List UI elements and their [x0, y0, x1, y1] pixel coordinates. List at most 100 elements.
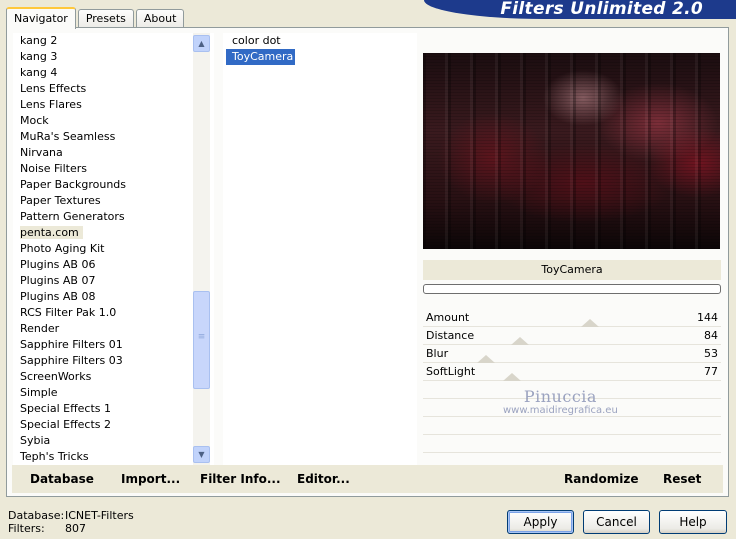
- category-item[interactable]: Plugins AB 08: [13, 289, 214, 305]
- category-label: Plugins AB 07: [20, 274, 96, 287]
- category-label: Plugins AB 08: [20, 290, 96, 303]
- category-item[interactable]: Sapphire Filters 01: [13, 337, 214, 353]
- category-item[interactable]: Sybia: [13, 433, 214, 449]
- category-label: Pattern Generators: [20, 210, 125, 223]
- category-label: MuRa's Seamless: [20, 130, 116, 143]
- database-label: Database:: [8, 509, 65, 522]
- editor-button[interactable]: Editor...: [297, 472, 350, 486]
- filter-list[interactable]: color dot ToyCamera: [223, 33, 417, 465]
- status-info: Database:ICNET-Filters Filters: 807: [8, 509, 134, 535]
- category-item[interactable]: Paper Textures: [13, 193, 214, 209]
- filter-item[interactable]: ToyCamera: [226, 49, 296, 65]
- category-item[interactable]: Sapphire Filters 03: [13, 353, 214, 369]
- category-label: Photo Aging Kit: [20, 242, 105, 255]
- watermark: Pinuccia www.maidiregrafica.eu: [503, 387, 618, 416]
- category-label: Special Effects 1: [20, 402, 112, 415]
- slider-marker-icon[interactable]: [581, 319, 599, 327]
- category-item[interactable]: Nirvana: [13, 145, 214, 161]
- param-name: Amount: [426, 311, 470, 324]
- filter-info-button[interactable]: Filter Info...: [200, 472, 281, 486]
- parameter-list: Amount 144 Distance 84 Blur 53 SoftLight…: [423, 309, 721, 453]
- category-scrollbar[interactable]: ▲ ≡ ▼: [193, 33, 210, 465]
- category-item[interactable]: Pattern Generators: [13, 209, 214, 225]
- category-list[interactable]: kang 2 kang 3 kang 4 Lens Effects Lens Flare…: [13, 33, 214, 465]
- category-item[interactable]: Plugins AB 07: [13, 273, 214, 289]
- category-item[interactable]: Lens Flares: [13, 97, 214, 113]
- param-value: 77: [704, 365, 718, 378]
- help-button[interactable]: Help: [659, 510, 727, 534]
- empty-param-row: [423, 417, 721, 435]
- category-item[interactable]: Photo Aging Kit: [13, 241, 214, 257]
- category-item[interactable]: MuRa's Seamless: [13, 129, 214, 145]
- category-label: Noise Filters: [20, 162, 87, 175]
- category-label: Mock: [20, 114, 49, 127]
- randomize-button[interactable]: Randomize: [564, 472, 638, 486]
- param-row-blur[interactable]: Blur 53: [423, 345, 721, 363]
- filter-item[interactable]: color dot: [226, 33, 417, 49]
- category-item[interactable]: ScreenWorks: [13, 369, 214, 385]
- category-label: kang 3: [20, 50, 58, 63]
- category-label: Teph's Tricks: [20, 450, 89, 463]
- tab-about[interactable]: About: [135, 9, 185, 28]
- progress-bar: [423, 284, 721, 294]
- arrow-up-icon[interactable]: ▲: [193, 35, 210, 52]
- filters-count-value: 807: [65, 522, 86, 535]
- tab-bar: Navigator Presets About: [6, 6, 186, 29]
- category-item[interactable]: Special Effects 1: [13, 401, 214, 417]
- cancel-button[interactable]: Cancel: [583, 510, 650, 534]
- category-item[interactable]: Simple: [13, 385, 214, 401]
- param-value: 53: [704, 347, 718, 360]
- scrollbar-thumb[interactable]: ≡: [193, 291, 210, 389]
- filters-count-label: Filters:: [8, 522, 45, 535]
- tab-presets[interactable]: Presets: [77, 9, 134, 28]
- slider-marker-icon[interactable]: [503, 373, 521, 381]
- category-label: Lens Flares: [20, 98, 82, 111]
- database-value: ICNET-Filters: [65, 509, 134, 522]
- category-label: RCS Filter Pak 1.0: [20, 306, 117, 319]
- category-label: Lens Effects: [20, 82, 87, 95]
- category-label: Sybia: [20, 434, 51, 447]
- category-item[interactable]: Plugins AB 06: [13, 257, 214, 273]
- param-name: Distance: [426, 329, 475, 342]
- param-row-amount[interactable]: Amount 144: [423, 309, 721, 327]
- category-item[interactable]: kang 2: [13, 33, 214, 49]
- category-label: Simple: [20, 386, 58, 399]
- scrollbar-grip: ≡: [197, 332, 206, 342]
- import-button[interactable]: Import...: [121, 472, 180, 486]
- param-row-distance[interactable]: Distance 84: [423, 327, 721, 345]
- category-item[interactable]: Paper Backgrounds: [13, 177, 214, 193]
- slider-marker-icon[interactable]: [477, 355, 495, 363]
- category-item[interactable]: Special Effects 2: [13, 417, 214, 433]
- app-banner: Filters Unlimited 2.0: [424, 0, 736, 19]
- action-bar: Database Import... Filter Info... Editor…: [12, 465, 723, 493]
- category-label: Render: [20, 322, 60, 335]
- empty-param-row: [423, 435, 721, 453]
- category-item[interactable]: Mock: [13, 113, 214, 129]
- category-label: Sapphire Filters 03: [20, 354, 123, 367]
- category-label: Nirvana: [20, 146, 63, 159]
- category-item[interactable]: Noise Filters: [13, 161, 214, 177]
- watermark-name: Pinuccia: [523, 387, 597, 406]
- category-item[interactable]: Lens Effects: [13, 81, 214, 97]
- filter-controls: ToyCamera Amount 144 Distance 84 Blur 53…: [423, 260, 721, 453]
- param-name: SoftLight: [426, 365, 476, 378]
- category-label: Special Effects 2: [20, 418, 112, 431]
- database-button[interactable]: Database: [30, 472, 94, 486]
- category-item[interactable]: kang 3: [13, 49, 214, 65]
- category-item[interactable]: kang 4: [13, 65, 214, 81]
- category-label: Paper Backgrounds: [20, 178, 127, 191]
- category-item[interactable]: RCS Filter Pak 1.0: [13, 305, 214, 321]
- reset-button[interactable]: Reset: [663, 472, 701, 486]
- param-row-softlight[interactable]: SoftLight 77: [423, 363, 721, 381]
- category-item[interactable]: penta.com: [13, 225, 214, 241]
- navigator-panel: kang 2 kang 3 kang 4 Lens Effects Lens Flare…: [6, 27, 729, 497]
- category-label: Plugins AB 06: [20, 258, 96, 271]
- param-value: 144: [697, 311, 718, 324]
- tab-navigator[interactable]: Navigator: [6, 7, 76, 29]
- slider-marker-icon[interactable]: [511, 337, 529, 345]
- category-item[interactable]: Teph's Tricks: [13, 449, 214, 465]
- apply-button[interactable]: Apply: [507, 510, 574, 534]
- banner-title: Filters Unlimited 2.0: [500, 0, 703, 19]
- category-item[interactable]: Render: [13, 321, 214, 337]
- arrow-down-icon[interactable]: ▼: [193, 446, 210, 463]
